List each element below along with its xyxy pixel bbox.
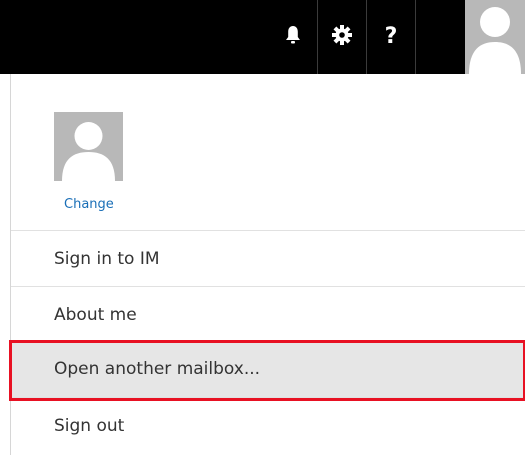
bell-icon xyxy=(285,25,301,49)
gear-icon xyxy=(331,24,353,50)
top-navigation-bar: ? xyxy=(0,0,525,74)
notifications-button[interactable] xyxy=(269,0,317,74)
profile-picture xyxy=(54,112,123,181)
help-icon: ? xyxy=(384,24,398,49)
help-button[interactable]: ? xyxy=(367,0,415,74)
user-avatar-button[interactable] xyxy=(465,0,525,74)
menu-item-open-another-mailbox[interactable]: Open another mailbox... xyxy=(11,340,525,397)
menu-item-about-me[interactable]: About me xyxy=(11,286,525,342)
header-divider xyxy=(415,0,416,74)
menu-item-sign-in-im[interactable]: Sign in to IM xyxy=(11,230,525,286)
settings-button[interactable] xyxy=(318,0,366,74)
menu-item-label: About me xyxy=(54,305,137,325)
avatar xyxy=(469,7,521,74)
avatar-placeholder-icon xyxy=(62,122,115,181)
menu-item-label: Open another mailbox... xyxy=(54,359,261,379)
app-root: ? Change Sign in to IM About me Open ano… xyxy=(0,0,525,455)
menu-item-label: Sign out xyxy=(54,416,125,436)
menu-item-label: Sign in to IM xyxy=(54,249,160,269)
menu-item-sign-out[interactable]: Sign out xyxy=(11,397,525,455)
change-photo-link[interactable]: Change xyxy=(64,197,114,212)
